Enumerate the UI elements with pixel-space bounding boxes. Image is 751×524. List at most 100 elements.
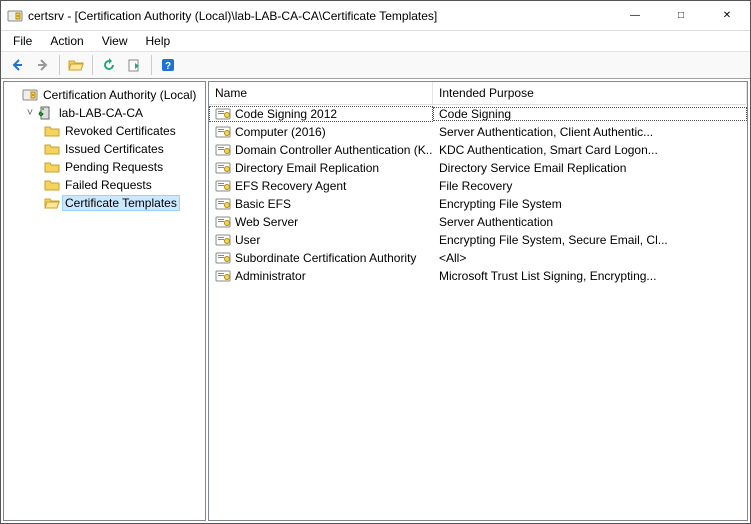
toolbar-separator <box>59 55 60 75</box>
folder-icon <box>44 141 60 157</box>
help-button[interactable] <box>156 53 180 77</box>
cell-purpose: Encrypting File System, Secure Email, Cl… <box>433 233 747 247</box>
menu-file[interactable]: File <box>5 33 40 49</box>
cell-name-text: Web Server <box>235 215 298 229</box>
window-controls: — □ ✕ <box>612 1 750 30</box>
cell-name: Basic EFS <box>209 196 433 212</box>
cell-name-text: Directory Email Replication <box>235 161 379 175</box>
cell-purpose: KDC Authentication, Smart Card Logon... <box>433 143 747 157</box>
list-row[interactable]: Basic EFS Encrypting File System <box>209 195 747 213</box>
certificate-icon <box>215 178 231 194</box>
tree-item[interactable]: Failed Requests <box>6 176 203 194</box>
maximize-button[interactable]: □ <box>658 1 704 30</box>
cell-name-text: Domain Controller Authentication (K... <box>235 143 433 157</box>
window-title: certsrv - [Certification Authority (Loca… <box>28 9 612 23</box>
close-button[interactable]: ✕ <box>704 1 750 30</box>
tree-item[interactable]: Certificate Templates <box>6 194 203 212</box>
toolbar-separator <box>151 55 152 75</box>
cell-name: Administrator <box>209 268 433 284</box>
tree-item-label: Certificate Templates <box>63 196 179 210</box>
tree-item[interactable]: Pending Requests <box>6 158 203 176</box>
list-row[interactable]: Computer (2016) Server Authentication, Cl… <box>209 123 747 141</box>
expander-icon[interactable]: ˅ <box>22 107 38 119</box>
certificate-icon <box>215 232 231 248</box>
cell-purpose: <All> <box>433 251 747 265</box>
cell-name: Subordinate Certification Authority <box>209 250 433 266</box>
menu-action[interactable]: Action <box>42 33 91 49</box>
folder-icon <box>44 159 60 175</box>
certificate-icon <box>215 124 231 140</box>
forward-button[interactable] <box>31 53 55 77</box>
certificate-icon <box>215 160 231 176</box>
app-icon <box>7 8 23 24</box>
tree-root[interactable]: Certification Authority (Local) <box>6 86 203 104</box>
cell-name: Domain Controller Authentication (K... <box>209 142 433 158</box>
tree-item-label: Failed Requests <box>63 178 154 192</box>
list-row[interactable]: Code Signing 2012 Code Signing <box>209 105 747 123</box>
results-list[interactable]: Name Intended Purpose Code Signing 2012C… <box>208 81 748 521</box>
folder-icon <box>44 177 60 193</box>
cell-name: EFS Recovery Agent <box>209 178 433 194</box>
list-row[interactable]: Directory Email Replication Directory Ser… <box>209 159 747 177</box>
minimize-button[interactable]: — <box>612 1 658 30</box>
cell-name: Computer (2016) <box>209 124 433 140</box>
cell-purpose: File Recovery <box>433 179 747 193</box>
list-row[interactable]: User Encrypting File System, Secure Email… <box>209 231 747 249</box>
menu-help[interactable]: Help <box>138 33 179 49</box>
export-button[interactable] <box>123 53 147 77</box>
cell-purpose: Server Authentication, Client Authentic.… <box>433 125 747 139</box>
toolbar <box>1 51 750 79</box>
cell-purpose: Code Signing <box>433 107 747 121</box>
scope-tree[interactable]: Certification Authority (Local) ˅ lab-LA… <box>3 81 206 521</box>
certificate-icon <box>215 214 231 230</box>
menu-view[interactable]: View <box>94 33 136 49</box>
cell-name: Directory Email Replication <box>209 160 433 176</box>
tree-root-label: Certification Authority (Local) <box>41 88 198 102</box>
tree-item[interactable]: Revoked Certificates <box>6 122 203 140</box>
ca-icon <box>22 87 38 103</box>
menubar: File Action View Help <box>1 31 750 51</box>
cell-purpose: Server Authentication <box>433 215 747 229</box>
certificate-icon <box>215 196 231 212</box>
folder-icon <box>44 123 60 139</box>
cell-purpose: Encrypting File System <box>433 197 747 211</box>
cell-purpose: Microsoft Trust List Signing, Encrypting… <box>433 269 747 283</box>
cell-name-text: EFS Recovery Agent <box>235 179 346 193</box>
server-icon <box>38 105 54 121</box>
certificate-icon <box>215 106 231 122</box>
tree-item-label: Revoked Certificates <box>63 124 178 138</box>
tree-ca-label: lab-LAB-CA-CA <box>57 106 145 120</box>
list-row[interactable]: Domain Controller Authentication (K...KD… <box>209 141 747 159</box>
tree-item[interactable]: Issued Certificates <box>6 140 203 158</box>
cell-name-text: Subordinate Certification Authority <box>235 251 416 265</box>
certificate-icon <box>215 142 231 158</box>
content-area: Certification Authority (Local) ˅ lab-LA… <box>1 79 750 523</box>
cell-name-text: User <box>235 233 260 247</box>
cell-name: Code Signing 2012 <box>209 106 433 122</box>
toolbar-separator <box>92 55 93 75</box>
cell-name-text: Administrator <box>235 269 306 283</box>
up-button[interactable] <box>64 53 88 77</box>
tree-ca[interactable]: ˅ lab-LAB-CA-CA <box>6 104 203 122</box>
cell-name-text: Code Signing 2012 <box>235 107 337 121</box>
list-row[interactable]: Administrator Microsoft Trust List Signin… <box>209 267 747 285</box>
cell-name: Web Server <box>209 214 433 230</box>
certificate-icon <box>215 268 231 284</box>
list-row[interactable]: EFS Recovery Agent File Recovery <box>209 177 747 195</box>
folder-open-icon <box>44 195 60 211</box>
tree-item-label: Issued Certificates <box>63 142 166 156</box>
cell-name: User <box>209 232 433 248</box>
cell-purpose: Directory Service Email Replication <box>433 161 747 175</box>
column-header-name[interactable]: Name <box>209 82 433 104</box>
titlebar: certsrv - [Certification Authority (Loca… <box>1 1 750 31</box>
main-window: certsrv - [Certification Authority (Loca… <box>0 0 751 524</box>
list-row[interactable]: Subordinate Certification Authority <All> <box>209 249 747 267</box>
certificate-icon <box>215 250 231 266</box>
cell-name-text: Basic EFS <box>235 197 291 211</box>
back-button[interactable] <box>5 53 29 77</box>
cell-name-text: Computer (2016) <box>235 125 326 139</box>
column-header-purpose[interactable]: Intended Purpose <box>433 82 747 104</box>
refresh-button[interactable] <box>97 53 121 77</box>
list-header: Name Intended Purpose <box>209 82 747 105</box>
list-row[interactable]: Web Server Server Authentication <box>209 213 747 231</box>
